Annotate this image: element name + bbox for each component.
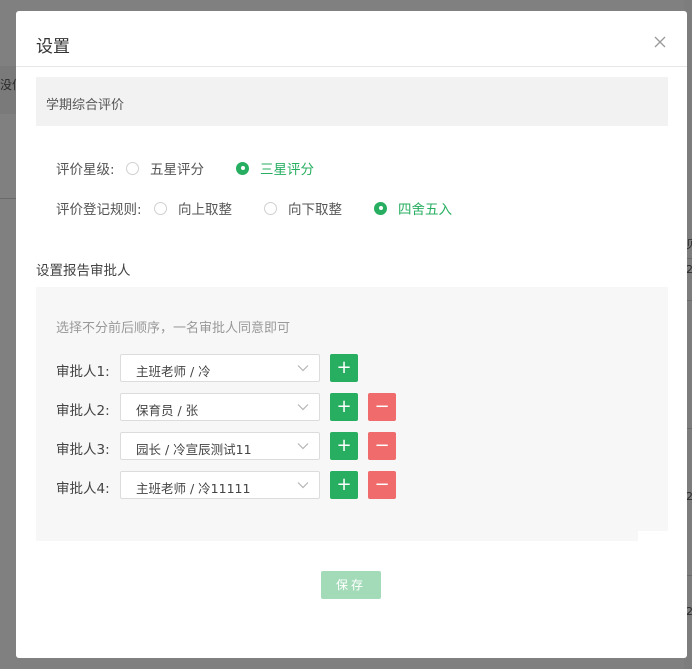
- add-approver-button[interactable]: +: [330, 354, 358, 382]
- remove-approver-button[interactable]: −: [368, 393, 396, 421]
- panel-corner: [638, 531, 668, 541]
- remove-approver-button[interactable]: −: [368, 471, 396, 499]
- approver-select[interactable]: 主班老师 / 冷11111: [120, 471, 320, 499]
- radio-circle: [236, 161, 249, 175]
- add-approver-button[interactable]: +: [330, 432, 358, 460]
- approvers-title: 设置报告审批人: [36, 263, 131, 279]
- radio-round-down[interactable]: 向下取整: [264, 198, 342, 218]
- approver-row: 审批人4: 主班老师 / 冷11111 + −: [56, 471, 416, 499]
- approver-select-value: 园长 / 冷宣辰测试11: [136, 442, 252, 457]
- approver-row: 审批人2: 保育员 / 张 + −: [56, 393, 416, 421]
- approver-panel: 选择不分前后顺序，一名审批人同意即可 审批人1: 主班老师 / 冷 + 审批人2…: [36, 287, 668, 541]
- chevron-down-icon: [297, 402, 309, 412]
- settings-dialog: 设置 学期综合评价 评价星级: 五星评分 三星评分 评价登记规则: 向上取整 向…: [16, 11, 687, 658]
- radio-round-half[interactable]: 四舍五入: [374, 198, 452, 218]
- dialog-header: 设置: [16, 11, 687, 67]
- radio-five-star[interactable]: 五星评分: [126, 158, 204, 178]
- chevron-down-icon: [297, 363, 309, 373]
- radio-circle: [374, 201, 387, 215]
- radio-three-star[interactable]: 三星评分: [236, 158, 314, 178]
- radio-circle: [126, 161, 139, 175]
- approver-label: 审批人4:: [56, 481, 110, 497]
- add-approver-button[interactable]: +: [330, 393, 358, 421]
- radio-label: 三星评分: [260, 162, 314, 178]
- radio-circle: [154, 201, 167, 215]
- dialog-title: 设置: [36, 37, 70, 57]
- radio-label: 四舍五入: [398, 202, 452, 218]
- approver-select[interactable]: 园长 / 冷宣辰测试11: [120, 432, 320, 460]
- approver-row: 审批人3: 园长 / 冷宣辰测试11 + −: [56, 432, 416, 460]
- radio-circle: [264, 201, 277, 215]
- rounding-rule-label: 评价登记规则:: [56, 202, 142, 218]
- approver-select-value: 保育员 / 张: [136, 403, 199, 418]
- close-icon[interactable]: [653, 35, 667, 49]
- section-title: 学期综合评价: [46, 98, 125, 113]
- rating-level-row: 评价星级: 五星评分 三星评分: [56, 156, 616, 178]
- section-header: 学期综合评价: [36, 77, 668, 126]
- remove-approver-button[interactable]: −: [368, 432, 396, 460]
- approver-label: 审批人1:: [56, 364, 110, 380]
- chevron-down-icon: [297, 480, 309, 490]
- radio-label: 向上取整: [178, 202, 232, 218]
- background-divider: [0, 198, 16, 199]
- approver-row: 审批人1: 主班老师 / 冷 +: [56, 354, 416, 382]
- approver-label: 审批人3:: [56, 442, 110, 458]
- add-approver-button[interactable]: +: [330, 471, 358, 499]
- approver-select[interactable]: 保育员 / 张: [120, 393, 320, 421]
- radio-round-up[interactable]: 向上取整: [154, 198, 232, 218]
- rounding-rule-row: 评价登记规则: 向上取整 向下取整 四舍五入: [56, 196, 616, 218]
- approver-select[interactable]: 主班老师 / 冷: [120, 354, 320, 382]
- approver-select-value: 主班老师 / 冷: [136, 364, 211, 379]
- chevron-down-icon: [297, 441, 309, 451]
- save-button[interactable]: 保存: [321, 571, 381, 599]
- radio-label: 五星评分: [150, 162, 204, 178]
- approver-label: 审批人2:: [56, 403, 110, 419]
- approver-select-value: 主班老师 / 冷11111: [136, 481, 251, 496]
- approver-hint: 选择不分前后顺序，一名审批人同意即可: [56, 321, 291, 336]
- radio-label: 向下取整: [288, 202, 342, 218]
- rating-level-label: 评价星级:: [56, 162, 115, 178]
